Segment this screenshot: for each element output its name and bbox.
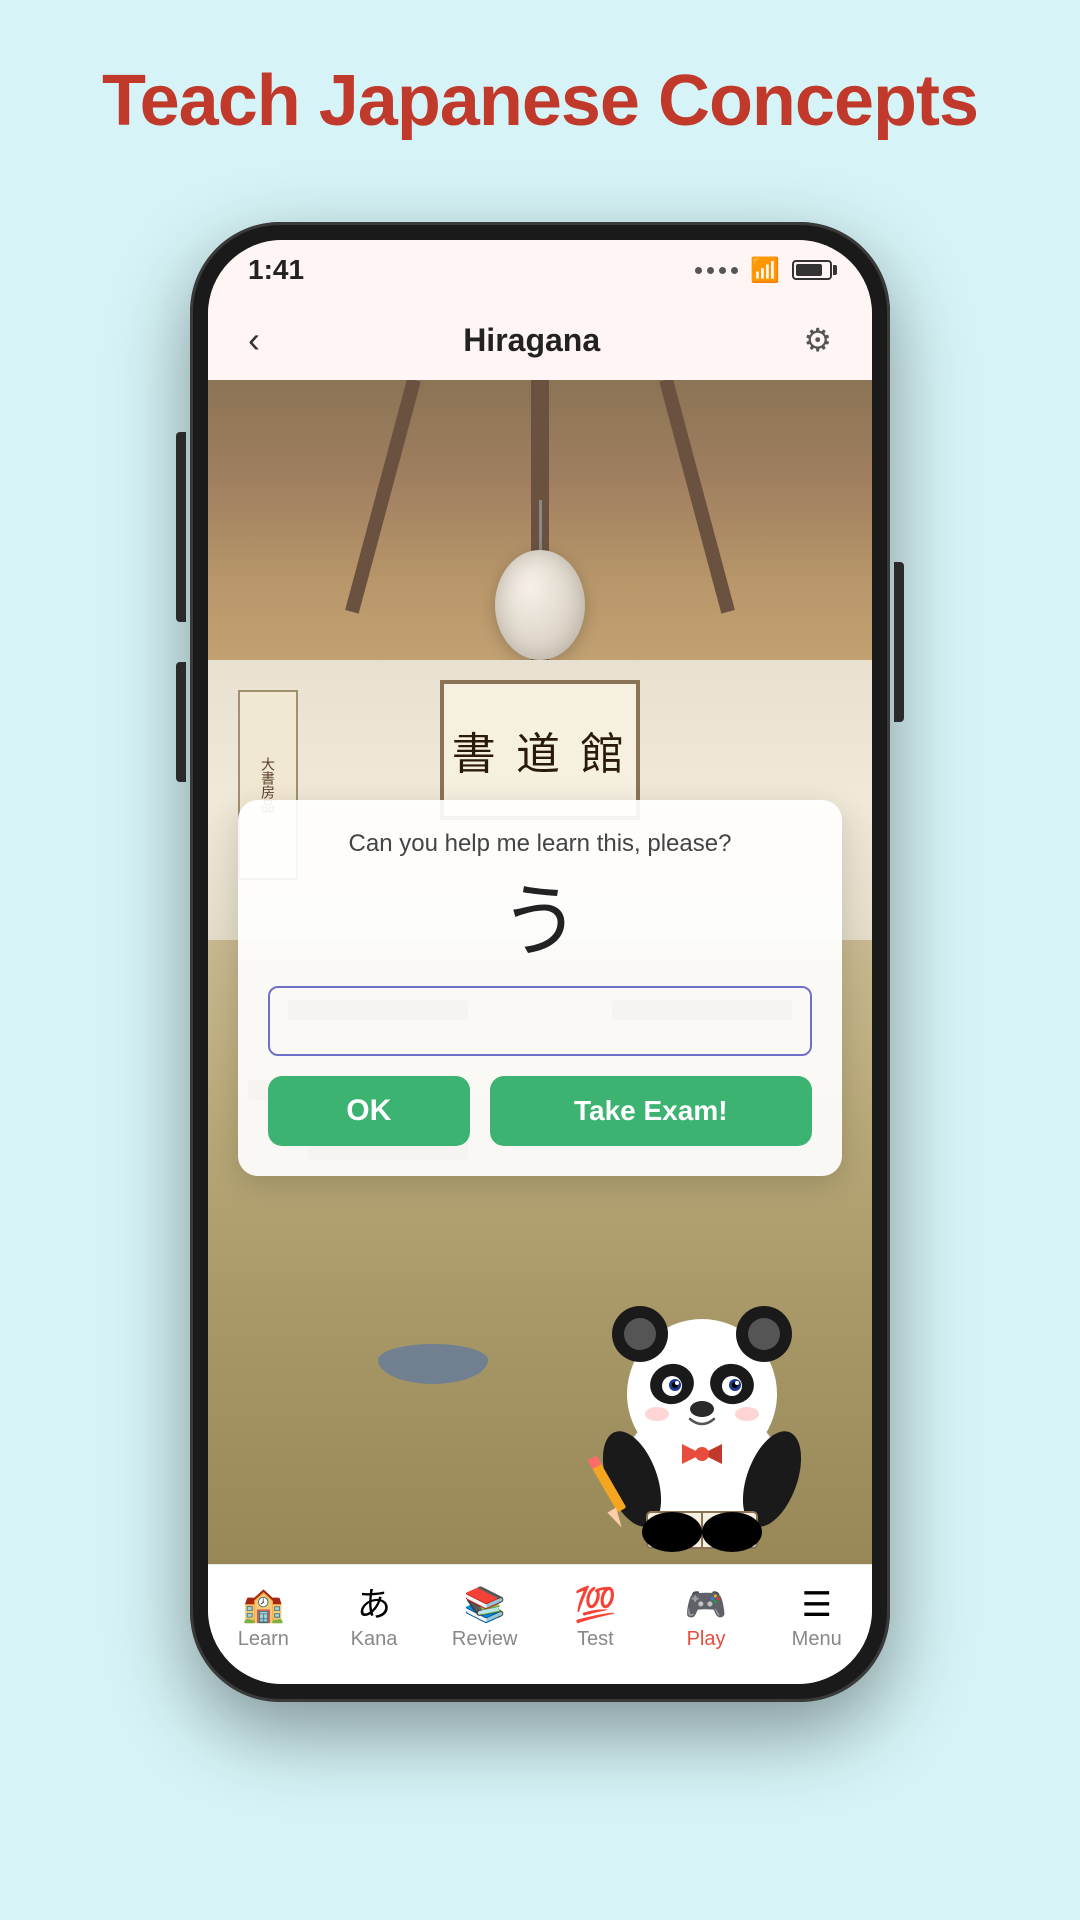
japanese-character: う [268, 874, 812, 970]
review-label: Review [452, 1628, 518, 1651]
lantern-string [539, 500, 542, 550]
take-exam-button[interactable]: Take Exam! [490, 1076, 812, 1146]
tab-learn[interactable]: 🏫 Learn [208, 1588, 319, 1651]
page-title: Teach Japanese Concepts [102, 60, 978, 142]
answer-input[interactable] [268, 986, 812, 1056]
panda-svg [572, 1254, 832, 1554]
beam-right [659, 380, 735, 614]
nav-bar: ‹ Hiragana ⚙ [208, 300, 872, 380]
cushion-1 [378, 1344, 488, 1384]
beam-left [345, 380, 421, 614]
tab-play[interactable]: 🎮 Play [651, 1588, 762, 1651]
tab-kana[interactable]: あ Kana [319, 1588, 430, 1651]
test-icon: 💯 [574, 1588, 616, 1622]
battery-icon [792, 260, 832, 280]
play-label: Play [687, 1628, 726, 1651]
signal-icon [695, 267, 738, 274]
nav-title: Hiragana [463, 322, 600, 359]
action-buttons: OK Take Exam! [268, 1076, 812, 1146]
settings-button[interactable]: ⚙ [803, 321, 832, 359]
tab-bar: 🏫 Learn あ Kana 📚 Review 💯 Test 🎮 Play ☰ [208, 1564, 872, 1684]
menu-label: Menu [792, 1628, 842, 1651]
wifi-icon: 📶 [750, 256, 780, 285]
test-label: Test [577, 1628, 614, 1651]
lantern-body [495, 550, 585, 660]
kana-label: Kana [351, 1628, 398, 1651]
phone-device: 1:41 📶 ‹ Hiragana ⚙ [190, 222, 890, 1702]
status-bar: 1:41 📶 [208, 240, 872, 300]
content-area: 大書房品 書 道 館 [208, 380, 872, 1564]
phone-screen: 1:41 📶 ‹ Hiragana ⚙ [208, 240, 872, 1684]
status-icons: 📶 [695, 256, 832, 285]
play-icon: 🎮 [685, 1588, 727, 1622]
review-icon: 📚 [464, 1588, 506, 1622]
calligraphy-frame: 書 道 館 [440, 680, 640, 820]
lantern [495, 500, 585, 660]
calligraphy-text: 書 道 館 [452, 718, 628, 782]
learn-icon: 🏫 [242, 1588, 284, 1622]
tab-menu[interactable]: ☰ Menu [761, 1588, 872, 1651]
kana-icon: あ [357, 1588, 391, 1622]
ok-button[interactable]: OK [268, 1076, 470, 1146]
menu-icon: ☰ [801, 1588, 831, 1622]
dialogue-box: Can you help me learn this, please? う OK… [238, 800, 842, 1176]
status-time: 1:41 [248, 254, 304, 286]
learn-label: Learn [238, 1628, 289, 1651]
dialogue-prompt: Can you help me learn this, please? [268, 830, 812, 858]
back-button[interactable]: ‹ [248, 319, 260, 361]
tab-test[interactable]: 💯 Test [540, 1588, 651, 1651]
tab-review[interactable]: 📚 Review [429, 1588, 540, 1651]
panda-mascot [562, 1234, 842, 1554]
